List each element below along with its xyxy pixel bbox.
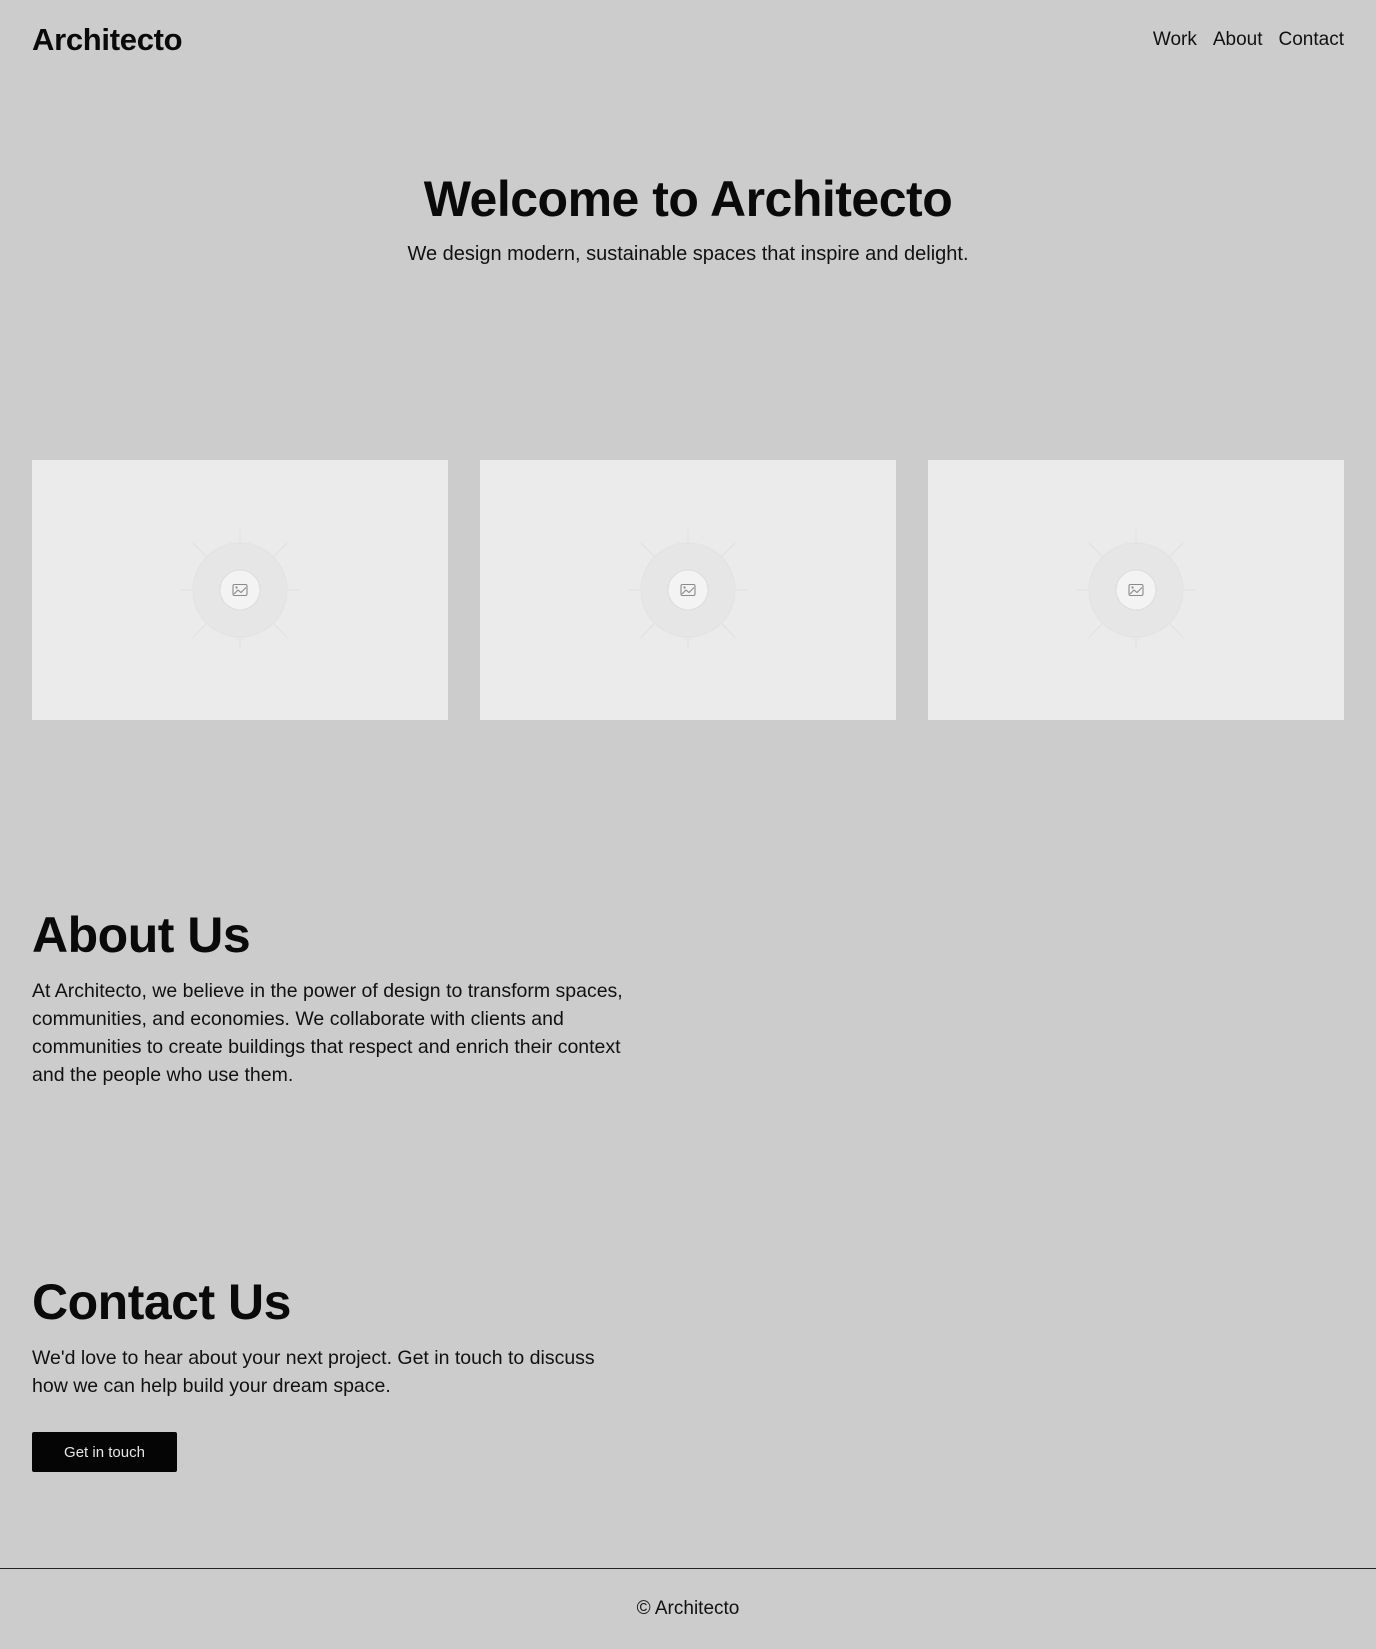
site-footer: © Architecto	[0, 1568, 1376, 1649]
contact-body: We'd love to hear about your next projec…	[32, 1347, 595, 1397]
project-card[interactable]	[928, 460, 1344, 720]
hero-section: Welcome to Architecto We design modern, …	[0, 166, 1376, 268]
hero-title: Welcome to Architecto	[423, 171, 953, 227]
image-placeholder-icon	[628, 530, 748, 650]
project-card[interactable]	[32, 460, 448, 720]
site-logo[interactable]: Architecto	[32, 22, 183, 58]
contact-title: Contact Us	[32, 1274, 291, 1330]
about-section: About Us At Architecto, we believe in th…	[32, 905, 632, 1089]
nav-link-contact[interactable]: Contact	[1279, 29, 1344, 51]
image-placeholder-icon	[180, 530, 300, 650]
about-body: At Architecto, we believe in the power o…	[32, 980, 623, 1086]
image-placeholder-icon	[1076, 530, 1196, 650]
project-card[interactable]	[480, 460, 896, 720]
hero-subtitle: We design modern, sustainable spaces tha…	[407, 243, 969, 265]
footer-copyright: © Architecto	[636, 1598, 740, 1619]
about-title: About Us	[32, 907, 251, 963]
site-header: Architecto Work About Contact	[32, 18, 1344, 62]
get-in-touch-button[interactable]: Get in touch	[32, 1432, 177, 1472]
nav-link-work[interactable]: Work	[1153, 29, 1197, 51]
main-nav: Work About Contact	[1153, 29, 1344, 51]
nav-link-about[interactable]: About	[1213, 29, 1263, 51]
project-gallery	[32, 460, 1344, 720]
contact-section: Contact Us We'd love to hear about your …	[32, 1272, 632, 1472]
